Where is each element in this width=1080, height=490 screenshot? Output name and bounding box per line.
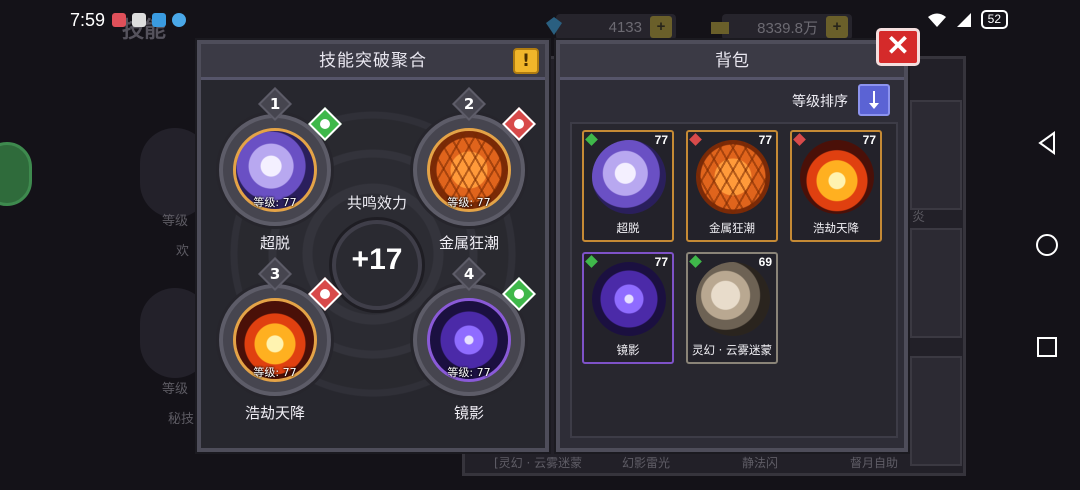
slot-name: 浩劫天降 <box>244 404 305 422</box>
item-level: 69 <box>758 255 772 269</box>
system-navigation <box>1014 40 1080 490</box>
slot-level: 等级: 77 <box>447 196 491 209</box>
skill-shadow-icon <box>592 262 666 336</box>
warning-icon[interactable]: ! <box>513 48 539 74</box>
item-name: 灵幻 · 云雾迷蒙 <box>692 343 772 357</box>
clock: 7:59 <box>70 10 106 30</box>
fusion-slot-1[interactable]: 1 等级: 77 超脱 <box>213 87 342 252</box>
notification-icon <box>152 13 166 27</box>
wifi-icon <box>927 13 946 27</box>
slot-level: 等级: 77 <box>253 196 297 209</box>
background-bottom-label: 静法闪 <box>742 456 779 470</box>
fusion-slot-3[interactable]: 3 等级: 77 浩劫天降 <box>213 257 342 422</box>
backpack-item[interactable]: 77 镜影 <box>582 252 674 364</box>
background-label: 等级 <box>162 382 189 397</box>
system-status: 52 <box>927 10 1008 29</box>
background-label: 秘技 <box>168 412 195 427</box>
item-level: 77 <box>862 133 876 147</box>
sort-label: 等级排序 <box>792 94 848 110</box>
notification-icon <box>132 13 146 27</box>
backpack-item[interactable]: 77 浩劫天降 <box>790 130 882 242</box>
item-name: 浩劫天降 <box>813 221 859 235</box>
slot-level: 等级: 77 <box>447 366 491 379</box>
background-label: 等级 <box>162 214 189 229</box>
fusion-title: 技能突破聚合 <box>319 51 427 71</box>
sort-bar: 等级排序 <box>570 84 894 120</box>
fusion-header: 技能突破聚合 ! <box>201 44 545 80</box>
skill-fusion-dialog: 技能突破聚合 ! 共鸣效力 +17 1 等级: 77 超脱 2 等级: 77 金… <box>197 40 549 452</box>
backpack-header: 背包 <box>560 44 904 80</box>
background-bottom-label: 督月自助 <box>850 456 899 470</box>
backpack-title: 背包 <box>715 51 749 71</box>
element-green-icon <box>585 133 598 146</box>
skill-fog-icon <box>696 262 770 336</box>
background-label: 欢 <box>176 244 190 259</box>
background-tile <box>910 356 962 466</box>
backpack-grid: 77 超脱 77 金属狂潮 77 浩劫天降 77 镜影 69 灵幻 · 云雾迷蒙 <box>570 122 898 438</box>
skill-crystal-icon <box>592 140 666 214</box>
battery-icon: 52 <box>980 10 1008 29</box>
notification-icon <box>172 13 186 27</box>
backpack-dialog: 背包 等级排序 77 超脱 77 金属狂潮 77 浩劫天降 77 镜影 69 灵… <box>556 40 908 452</box>
slot-name: 镜影 <box>453 404 484 422</box>
fusion-slot-4[interactable]: 4 等级: 77 镜影 <box>407 257 536 422</box>
recents-icon[interactable] <box>1034 334 1060 360</box>
skill-fire-icon <box>800 140 874 214</box>
home-icon[interactable] <box>1034 232 1060 258</box>
status-bar: 7:59 52 <box>0 0 1080 40</box>
skill-metal-icon <box>696 140 770 214</box>
element-red-icon <box>793 133 806 146</box>
element-green-icon <box>689 255 702 268</box>
item-level: 77 <box>654 255 668 269</box>
item-name: 金属狂潮 <box>709 221 755 235</box>
backpack-item[interactable]: 69 灵幻 · 云雾迷蒙 <box>686 252 778 364</box>
sort-button[interactable] <box>858 84 890 116</box>
background-label: 炎 <box>912 210 926 225</box>
slot-level: 等级: 77 <box>253 366 297 379</box>
backpack-item[interactable]: 77 金属狂潮 <box>686 130 778 242</box>
element-green-icon <box>585 255 598 268</box>
slot-name: 金属狂潮 <box>438 234 499 252</box>
item-level: 77 <box>654 133 668 147</box>
fusion-slot-2[interactable]: 2 等级: 77 金属狂潮 <box>407 87 536 252</box>
background-bottom-label: [灵幻 · 云雾迷蒙 <box>494 456 583 470</box>
backpack-item[interactable]: 77 超脱 <box>582 130 674 242</box>
notification-icon <box>112 13 126 27</box>
side-tab <box>0 142 32 206</box>
signal-icon <box>956 12 971 27</box>
background-tile <box>910 228 962 338</box>
item-name: 镜影 <box>616 343 640 357</box>
notification-icons <box>112 13 186 27</box>
item-level: 77 <box>758 133 772 147</box>
back-icon[interactable] <box>1034 130 1060 156</box>
background-bottom-label: 幻影雷光 <box>622 456 671 470</box>
arrow-down-icon <box>869 91 879 109</box>
slot-name: 超脱 <box>259 234 290 252</box>
element-red-icon <box>689 133 702 146</box>
item-name: 超脱 <box>616 221 640 235</box>
background-tile <box>910 100 962 210</box>
